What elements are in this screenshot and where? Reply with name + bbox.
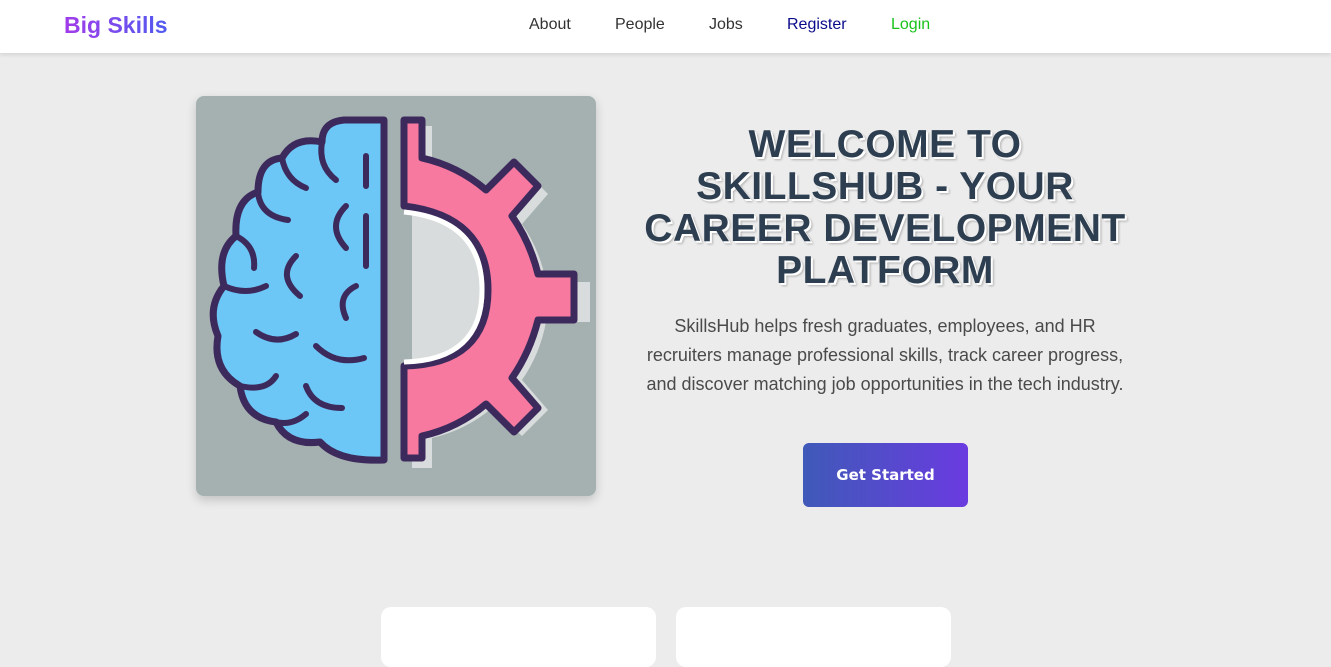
get-started-button[interactable]: Get Started: [803, 443, 968, 507]
feature-card: [381, 607, 656, 667]
nav-link-people[interactable]: People: [615, 16, 665, 34]
brain-gear-icon: [209, 116, 590, 468]
feature-card: [676, 607, 951, 667]
nav-link-jobs[interactable]: Jobs: [709, 16, 743, 34]
hero-image: [196, 96, 596, 496]
nav-link-about[interactable]: About: [529, 16, 571, 34]
hero-description: SkillsHub helps fresh graduates, employe…: [646, 316, 1124, 394]
nav-link-register[interactable]: Register: [787, 16, 847, 34]
hero-title: WELCOME TO SKILLSHUB - YOUR CAREER DEVEL…: [644, 123, 1126, 292]
nav-link-login[interactable]: Login: [891, 16, 930, 34]
brand-logo[interactable]: Big Skills: [64, 12, 168, 39]
navbar: Big Skills About People Jobs Register Lo…: [0, 0, 1331, 53]
